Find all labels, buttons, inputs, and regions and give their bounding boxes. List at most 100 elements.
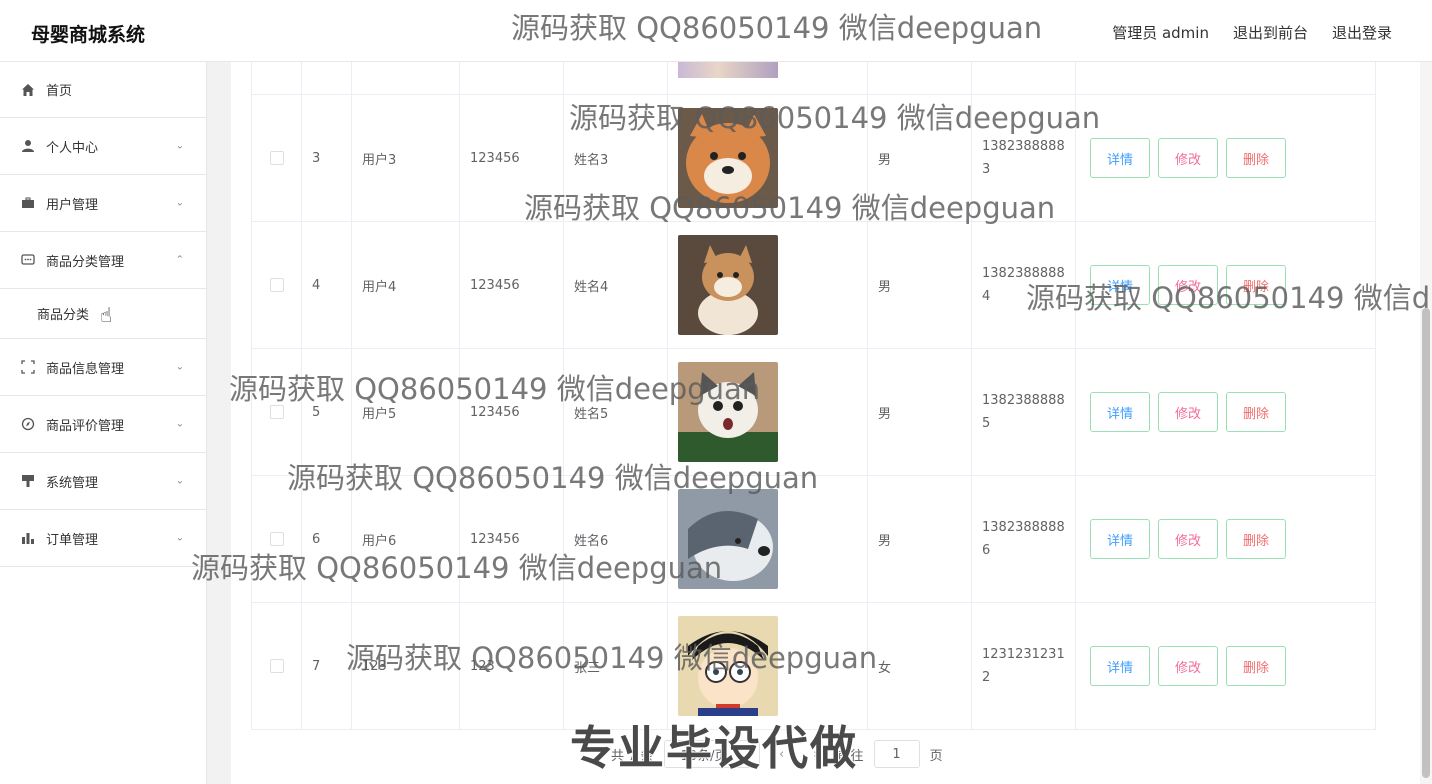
compass-icon <box>20 416 36 432</box>
row-password: 123456 <box>470 404 520 420</box>
chevron-down-icon: ⌄ <box>175 475 184 487</box>
table-row: 7 123 123 张三 女 12312312312 详情 修改 删除 <box>252 603 1375 730</box>
delete-button[interactable]: 删除 <box>1226 392 1286 432</box>
avatar-image <box>678 235 778 335</box>
row-name: 张三 <box>574 660 601 676</box>
vertical-scrollbar[interactable] <box>1420 62 1432 784</box>
table-row: 5 用户5 123456 姓名5 男 13823888885 详情 修改 删除 <box>252 349 1375 476</box>
scan-icon <box>20 359 36 375</box>
sidebar-item-label: 系统管理 <box>46 475 99 491</box>
delete-button[interactable]: 删除 <box>1226 138 1286 178</box>
sidebar-item-category-management[interactable]: 商品分类管理 ⌃ <box>0 232 206 289</box>
row-password: 123 <box>470 658 495 674</box>
row-phone: 13823888883 <box>982 139 1065 177</box>
table-row: 4 用户4 123456 姓名4 男 13823888884 详情 修改 删除 <box>252 222 1375 349</box>
row-phone: 13823888884 <box>982 266 1065 304</box>
row-username: 123 <box>362 658 387 674</box>
edit-button[interactable]: 修改 <box>1158 392 1218 432</box>
row-index: 3 <box>312 150 321 166</box>
row-username: 用户3 <box>362 152 397 168</box>
sidebar-item-product-info[interactable]: 商品信息管理 ⌄ <box>0 339 206 396</box>
sidebar-item-user-management[interactable]: 用户管理 ⌄ <box>0 175 206 232</box>
row-password: 123456 <box>470 531 520 547</box>
row-name: 姓名3 <box>574 152 609 168</box>
row-phone: 12312312312 <box>982 647 1065 685</box>
row-checkbox[interactable] <box>269 659 284 673</box>
avatar-image <box>678 489 778 589</box>
row-password: 123456 <box>470 277 520 293</box>
delete-button[interactable]: 删除 <box>1226 646 1286 686</box>
top-header: 母婴商城系统 管理员 admin 退出到前台 退出登录 <box>0 0 1432 62</box>
chat-icon <box>20 252 36 268</box>
user-icon <box>20 138 36 154</box>
table-row: 3 用户3 123456 姓名3 男 13823888883 详情 修改 删除 <box>252 95 1375 222</box>
hand-cursor-icon: ☝ <box>100 303 113 327</box>
table-row: 6 用户6 123456 姓名6 男 13823888886 详情 修改 删除 <box>252 476 1375 603</box>
edit-button[interactable]: 修改 <box>1158 265 1218 305</box>
edit-button[interactable]: 修改 <box>1158 138 1218 178</box>
sidebar-item-label: 商品分类管理 <box>46 254 125 270</box>
avatar-image <box>678 616 778 716</box>
promo-stamp: 专业毕设代做 <box>569 720 858 776</box>
row-gender: 男 <box>878 533 892 549</box>
row-name: 姓名6 <box>574 533 609 549</box>
row-index: 4 <box>312 277 321 293</box>
row-checkbox[interactable] <box>269 532 284 546</box>
row-username: 用户5 <box>362 406 397 422</box>
chevron-down-icon: ⌄ <box>175 140 184 152</box>
detail-button[interactable]: 详情 <box>1090 646 1150 686</box>
chart-icon <box>20 530 36 546</box>
chevron-down-icon: ⌄ <box>175 197 184 209</box>
chevron-down-icon: ⌄ <box>175 532 184 544</box>
app-title: 母婴商城系统 <box>31 24 146 46</box>
sidebar-item-label: 用户管理 <box>46 197 99 213</box>
row-gender: 女 <box>878 660 892 676</box>
row-username: 用户4 <box>362 279 397 295</box>
detail-button[interactable]: 详情 <box>1090 392 1150 432</box>
sidebar-subitem-category[interactable]: 商品分类 ☝ <box>0 289 206 339</box>
sidebar-item-home[interactable]: 首页 <box>0 62 206 118</box>
sidebar-item-label: 商品评价管理 <box>46 418 125 434</box>
row-index: 5 <box>312 404 321 420</box>
row-gender: 男 <box>878 406 892 422</box>
chevron-down-icon: ⌄ <box>175 361 184 373</box>
page-number-input[interactable] <box>873 740 920 768</box>
row-checkbox[interactable] <box>269 405 284 419</box>
user-table: 3 用户3 123456 姓名3 男 13823888883 详情 修改 删除 4 用户4 12345… <box>251 62 1376 730</box>
logout-link[interactable]: 退出登录 <box>1332 22 1392 43</box>
row-username: 用户6 <box>362 533 397 549</box>
row-checkbox[interactable] <box>269 278 284 292</box>
delete-button[interactable]: 删除 <box>1226 519 1286 559</box>
delete-button[interactable]: 删除 <box>1226 265 1286 305</box>
sidebar-item-order-management[interactable]: 订单管理 ⌄ <box>0 510 206 567</box>
row-name: 姓名5 <box>574 406 609 422</box>
scrollbar-thumb[interactable] <box>1422 308 1430 778</box>
row-checkbox[interactable] <box>269 151 284 165</box>
chevron-down-icon: ⌄ <box>175 418 184 430</box>
edit-button[interactable]: 修改 <box>1158 519 1218 559</box>
brush-icon <box>20 473 36 489</box>
sidebar-item-label: 首页 <box>46 84 73 99</box>
avatar-image <box>678 62 778 78</box>
sidebar-item-system-management[interactable]: 系统管理 ⌄ <box>0 453 206 510</box>
main-content: 3 用户3 123456 姓名3 男 13823888883 详情 修改 删除 4 用户4 12345… <box>231 62 1420 784</box>
avatar-image <box>678 362 778 462</box>
sidebar-item-label: 商品信息管理 <box>46 361 125 377</box>
row-gender: 男 <box>878 152 892 168</box>
sidebar-item-personal-center[interactable]: 个人中心 ⌄ <box>0 118 206 175</box>
detail-button[interactable]: 详情 <box>1090 138 1150 178</box>
row-phone: 13823888885 <box>982 393 1065 431</box>
detail-button[interactable]: 详情 <box>1090 265 1150 305</box>
exit-to-front-link[interactable]: 退出到前台 <box>1233 22 1308 43</box>
table-row-partial <box>252 62 1375 95</box>
row-index: 7 <box>312 658 321 674</box>
detail-button[interactable]: 详情 <box>1090 519 1150 559</box>
admin-label: 管理员 admin <box>1112 24 1209 42</box>
sidebar-item-label: 订单管理 <box>46 532 99 548</box>
chevron-up-icon: ⌃ <box>175 254 184 266</box>
sidebar-item-review-management[interactable]: 商品评价管理 ⌄ <box>0 396 206 453</box>
row-name: 姓名4 <box>574 279 609 295</box>
edit-button[interactable]: 修改 <box>1158 646 1218 686</box>
sidebar-item-label: 个人中心 <box>46 140 99 156</box>
sidebar: 首页 个人中心 ⌄ 用户管理 ⌄ 商品分类管理 ⌃ 商品分类 ☝ 商品信息管理 … <box>0 62 207 784</box>
